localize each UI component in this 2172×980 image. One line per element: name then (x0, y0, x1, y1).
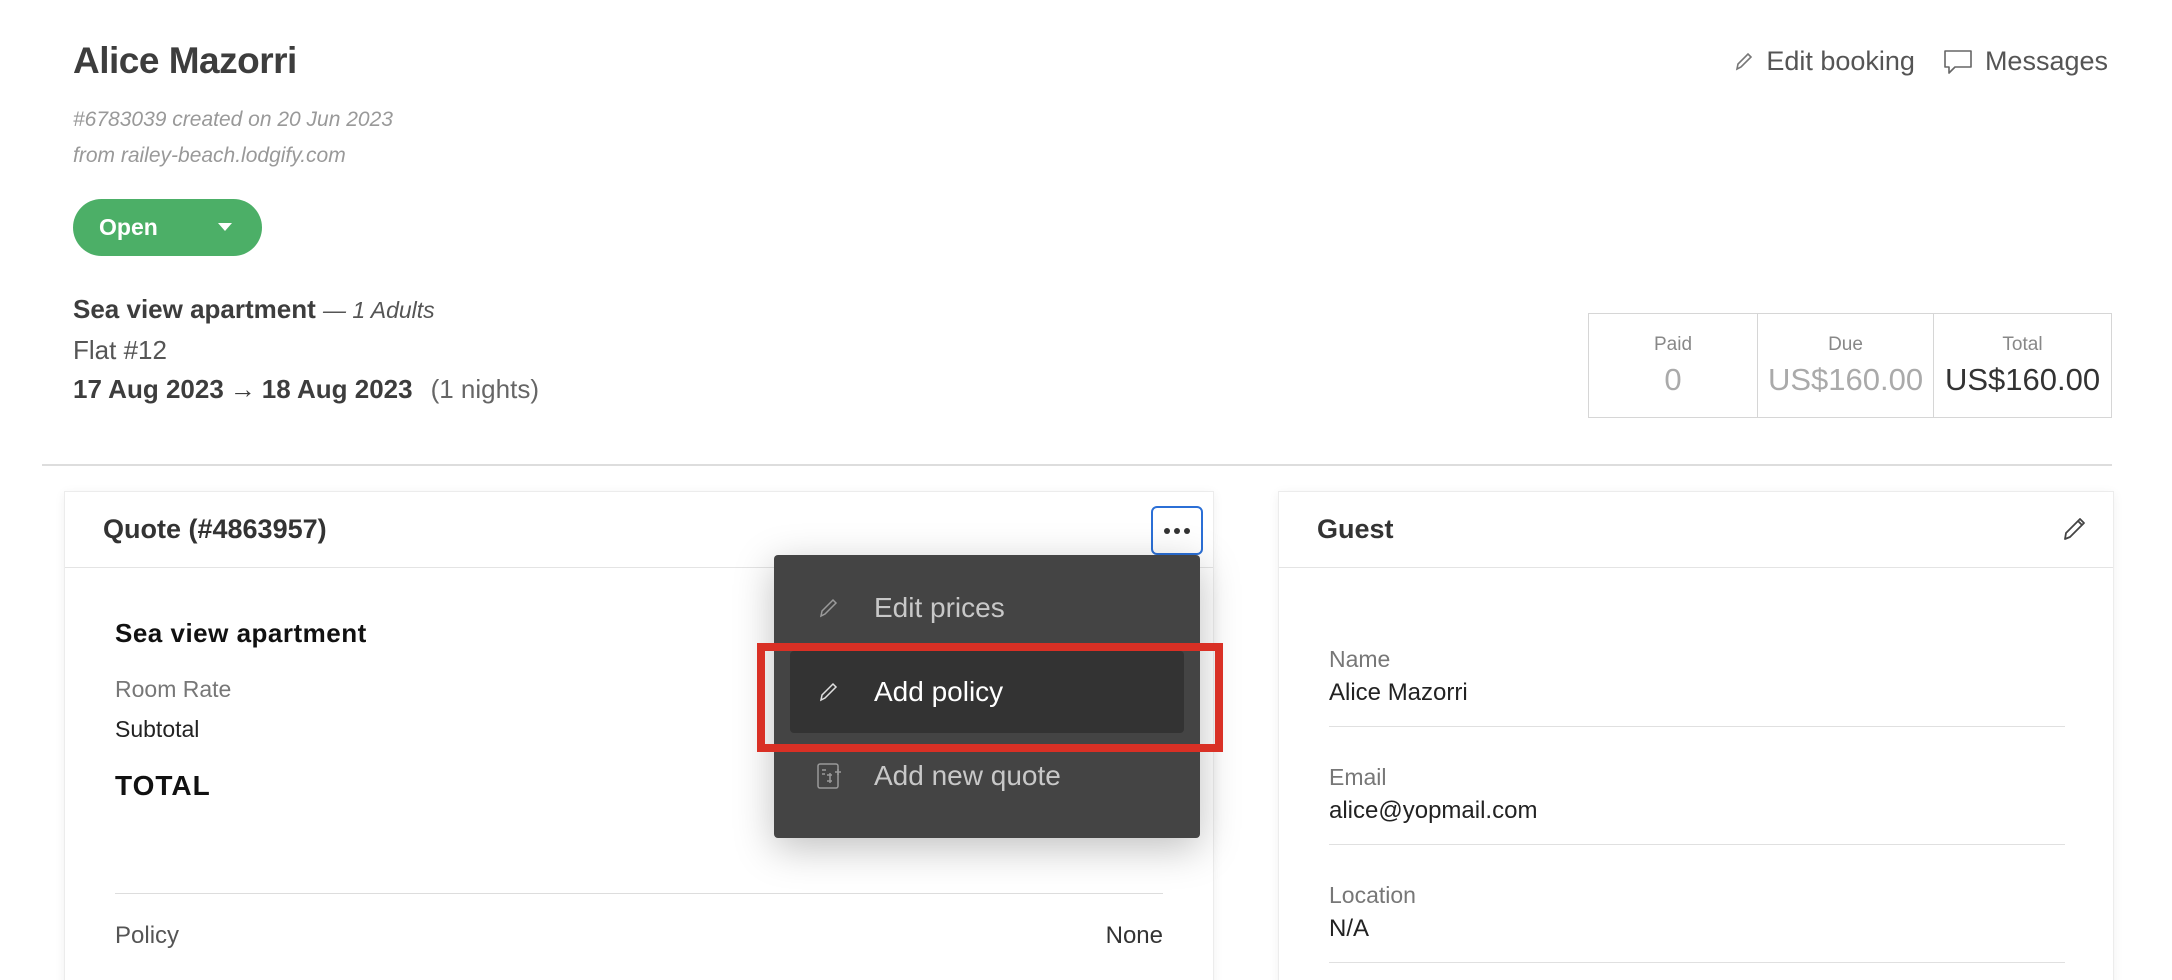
paid-label: Paid (1653, 333, 1693, 355)
booking-source: from railey-beach.lodgify.com (73, 144, 346, 167)
total-label: Total (2002, 333, 2043, 355)
property-name: Sea view apartment (73, 294, 316, 324)
stay-dates: 17 Aug 2023 → 18 Aug 2023 (1 nights) (73, 374, 539, 405)
guest-name-title: Alice Mazorri (73, 40, 297, 81)
guest-email-value: alice@yopmail.com (1329, 797, 1538, 824)
top-actions: Edit booking Messages (1734, 46, 2108, 77)
guest-location-label: Location (1329, 882, 1416, 908)
quote-document-icon (814, 761, 844, 791)
caret-down-icon (218, 223, 232, 231)
payment-summary: Paid 0 Due US$160.00 Total US$160.00 (1588, 313, 2112, 418)
guest-card: Guest Name Alice Mazorri Email alice@yop… (1278, 491, 2114, 980)
guest-card-title: Guest (1317, 514, 1394, 544)
more-dot (1174, 527, 1180, 534)
messages-link[interactable]: Messages (1943, 46, 2108, 77)
quote-more-button[interactable] (1151, 506, 1203, 555)
guest-location-value: N/A (1329, 915, 1370, 942)
menu-item-add-new-quote[interactable]: Add new quote (790, 735, 1184, 817)
menu-item-label: Edit prices (874, 592, 1005, 623)
check-out-date: 18 Aug 2023 (261, 374, 413, 404)
paid-value: 0 (1664, 361, 1682, 397)
messages-label: Messages (1984, 46, 2108, 76)
unit-name: Flat #12 (73, 335, 167, 365)
property-line: Sea view apartment — 1 Adults (73, 294, 435, 325)
status-dropdown[interactable]: Open (73, 199, 262, 256)
due-value: US$160.00 (1767, 361, 1924, 397)
total-cell: Total US$160.00 (1933, 314, 2111, 417)
policy-label: Policy (115, 922, 180, 949)
room-rate-label: Room Rate (115, 676, 232, 702)
booking-meta: #6783039 created on 20 Jun 2023 (73, 108, 393, 131)
guest-email-label: Email (1329, 764, 1387, 790)
field-divider (1329, 726, 2065, 727)
guest-card-header: Guest (1279, 492, 2113, 568)
pencil-icon (814, 681, 844, 703)
field-divider (1329, 962, 2065, 963)
guest-location-field: Location N/A (1329, 882, 2065, 963)
due-cell: Due US$160.00 (1757, 314, 1933, 417)
guest-count: — 1 Adults (323, 297, 435, 323)
policy-value: None (1105, 922, 1163, 949)
quote-divider (115, 893, 1163, 894)
menu-item-edit-prices[interactable]: Edit prices (790, 567, 1184, 649)
more-dot (1184, 527, 1190, 534)
due-label: Due (1828, 333, 1863, 355)
guest-name-field: Name Alice Mazorri (1329, 646, 2065, 727)
quote-total-label: TOTAL (115, 770, 211, 801)
menu-item-label: Add new quote (874, 760, 1061, 791)
nights-count: (1 nights) (430, 374, 539, 404)
subtotal-label: Subtotal (115, 716, 200, 742)
field-divider (1329, 844, 2065, 845)
status-label: Open (99, 214, 158, 240)
check-in-date: 17 Aug 2023 (73, 374, 224, 404)
edit-booking-link[interactable]: Edit booking (1734, 46, 1915, 77)
quote-actions-menu: Edit prices Add policy Add new quote (774, 555, 1200, 838)
edit-booking-label: Edit booking (1766, 46, 1915, 76)
edit-guest-pencil-icon[interactable] (2061, 514, 2089, 551)
quote-title: Quote (#4863957) (103, 514, 327, 544)
paid-cell: Paid 0 (1589, 314, 1757, 417)
guest-name-value: Alice Mazorri (1329, 679, 1468, 706)
chat-bubble-icon (1943, 48, 1973, 76)
section-divider (42, 464, 2112, 466)
pencil-icon (1734, 51, 1754, 73)
menu-item-label: Add policy (874, 676, 1004, 707)
quote-property-name: Sea view apartment (115, 618, 367, 648)
guest-name-label: Name (1329, 646, 1391, 672)
pencil-icon (814, 597, 844, 619)
menu-item-add-policy[interactable]: Add policy (790, 651, 1184, 733)
more-dot (1164, 527, 1170, 534)
guest-email-field: Email alice@yopmail.com (1329, 764, 2065, 845)
arrow-right-icon: → (229, 374, 256, 404)
total-value: US$160.00 (1944, 361, 2101, 397)
